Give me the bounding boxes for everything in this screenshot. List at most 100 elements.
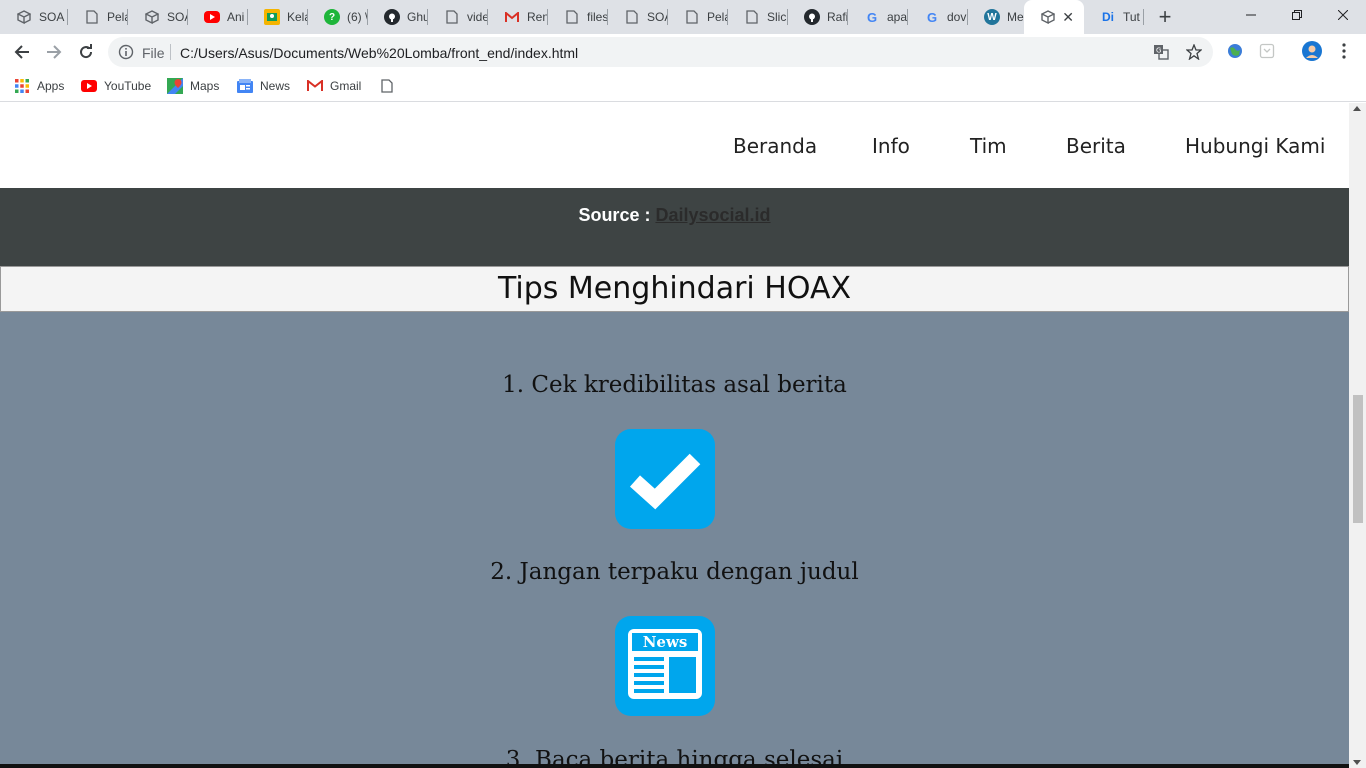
bookmark-apps[interactable]: Apps	[14, 77, 64, 95]
news-icon	[237, 78, 253, 94]
gmail-icon	[307, 78, 323, 94]
tab-title: SOA	[647, 10, 668, 24]
url-text[interactable]: C:/Users/Asus/Documents/Web%20Lomba/fron…	[180, 45, 578, 61]
close-window-button[interactable]	[1320, 0, 1366, 30]
bookmark-maps[interactable]: Maps	[167, 77, 219, 95]
bookmark-star-button[interactable]	[1183, 41, 1205, 63]
back-button[interactable]	[8, 38, 36, 66]
tab-title: Rafi	[827, 10, 848, 24]
google-icon: G	[926, 9, 938, 25]
tab-title: Pela	[707, 10, 728, 24]
browser-tab[interactable]: SOA	[128, 0, 188, 34]
arrow-left-icon	[14, 45, 29, 59]
browser-tab[interactable]: G dov	[908, 0, 968, 34]
source-label: Source :	[578, 205, 651, 225]
arrow-right-icon	[47, 45, 62, 59]
maps-icon	[167, 78, 183, 94]
restore-button[interactable]	[1274, 0, 1320, 30]
page-icon	[564, 9, 580, 25]
tab-title: Slicl	[767, 10, 788, 24]
address-bar[interactable]: File C:/Users/Asus/Documents/Web%20Lomba…	[108, 37, 1213, 67]
minimize-button[interactable]	[1228, 0, 1274, 30]
browser-tab[interactable]: SOA	[0, 0, 68, 34]
bookmark-news[interactable]: News	[237, 77, 290, 95]
wordpress-icon: W	[984, 9, 1000, 25]
star-icon	[1186, 44, 1202, 60]
page-scrollbar[interactable]	[1349, 103, 1366, 768]
newspaper-icon: News	[615, 616, 715, 716]
avatar	[1302, 41, 1322, 61]
url-scheme: File	[142, 45, 165, 61]
box-icon	[16, 9, 32, 25]
browser-tab-active[interactable]: ✕	[1024, 0, 1084, 34]
nav-link-tim[interactable]: Tim	[970, 134, 1007, 158]
browser-tab[interactable]: files	[548, 0, 608, 34]
extension-button[interactable]	[1256, 40, 1278, 62]
extension-button[interactable]	[1224, 40, 1246, 62]
page-icon	[84, 9, 100, 25]
close-tab-icon[interactable]: ✕	[1062, 9, 1074, 25]
scroll-up-icon[interactable]	[1353, 106, 1361, 111]
browser-tab[interactable]: Pela	[68, 0, 128, 34]
nav-link-info[interactable]: Info	[872, 134, 910, 158]
taskbar-edge	[0, 764, 1349, 768]
menu-button[interactable]	[1333, 40, 1355, 62]
checkmark-icon	[615, 429, 715, 529]
translate-icon: G	[1154, 45, 1169, 60]
browser-tab[interactable]: W Mer	[968, 0, 1024, 34]
youtube-icon	[81, 78, 97, 94]
minimize-icon	[1246, 14, 1256, 16]
tab-title: Ghu	[407, 10, 428, 24]
nav-link-berita[interactable]: Berita	[1066, 134, 1126, 158]
browser-tab[interactable]: Pela	[668, 0, 728, 34]
browser-tab-strip: SOA Pela SOA Ani Kela ? (6) \ Ghu vide R…	[0, 0, 1366, 34]
browser-tab[interactable]: Di Tut	[1084, 0, 1144, 34]
newspaper-title: News	[643, 633, 688, 651]
new-tab-button[interactable]: +	[1153, 5, 1177, 29]
browser-tab[interactable]: Ani	[188, 0, 248, 34]
bookmark-label: News	[260, 79, 291, 93]
restore-icon	[1292, 10, 1302, 20]
profile-button[interactable]	[1301, 40, 1323, 62]
scrollbar-thumb[interactable]	[1353, 395, 1363, 523]
page-icon	[684, 9, 700, 25]
nav-link-beranda[interactable]: Beranda	[733, 134, 817, 158]
browser-tab[interactable]: ? (6) \	[308, 0, 368, 34]
browser-tab[interactable]: Ghu	[368, 0, 428, 34]
di-icon: Di	[1102, 10, 1114, 24]
tab-title: files	[587, 10, 608, 24]
info-icon[interactable]	[118, 44, 134, 60]
question-icon: ?	[324, 9, 340, 25]
globe-extension-icon	[1228, 44, 1242, 58]
browser-tab[interactable]: Slicl	[728, 0, 788, 34]
bookmarks-bar: Apps YouTube Maps News Gmail	[0, 70, 1366, 102]
tab-title: (6) \	[347, 10, 368, 24]
reload-button[interactable]	[72, 38, 100, 66]
bookmark-label: Maps	[190, 79, 220, 93]
tab-title: Pela	[107, 10, 128, 24]
browser-tab[interactable]: Kela	[248, 0, 308, 34]
bookmark-youtube[interactable]: YouTube	[81, 77, 151, 95]
bookmark-page[interactable]	[379, 77, 402, 95]
tab-title: Ani	[227, 10, 245, 24]
forward-button[interactable]	[40, 38, 68, 66]
tips-section: 1. Cek kredibilitas asal berita 2. Janga…	[0, 312, 1349, 768]
tab-title: Mer	[1007, 10, 1024, 24]
browser-tab[interactable]: vide	[428, 0, 488, 34]
svg-text:G: G	[1156, 47, 1161, 55]
source-section: Source : Dailysocial.id	[0, 188, 1349, 266]
browser-tab[interactable]: G apa	[848, 0, 908, 34]
apps-grid-icon	[14, 78, 30, 94]
nav-link-hubungi-kami[interactable]: Hubungi Kami	[1185, 134, 1325, 158]
browser-tab[interactable]: Rafi	[788, 0, 848, 34]
browser-tab[interactable]: Ren	[488, 0, 548, 34]
browser-tab[interactable]: SOA	[608, 0, 668, 34]
scroll-down-icon[interactable]	[1353, 760, 1361, 765]
bookmark-gmail[interactable]: Gmail	[307, 77, 361, 95]
translate-button[interactable]: G	[1150, 41, 1172, 63]
tip-1-text: 1. Cek kredibilitas asal berita	[502, 372, 847, 398]
site-navbar: Beranda Info Tim Berita Hubungi Kami	[0, 103, 1349, 188]
youtube-icon	[204, 11, 220, 23]
source-line: Source : Dailysocial.id	[0, 205, 1349, 226]
source-link[interactable]: Dailysocial.id	[655, 205, 770, 225]
